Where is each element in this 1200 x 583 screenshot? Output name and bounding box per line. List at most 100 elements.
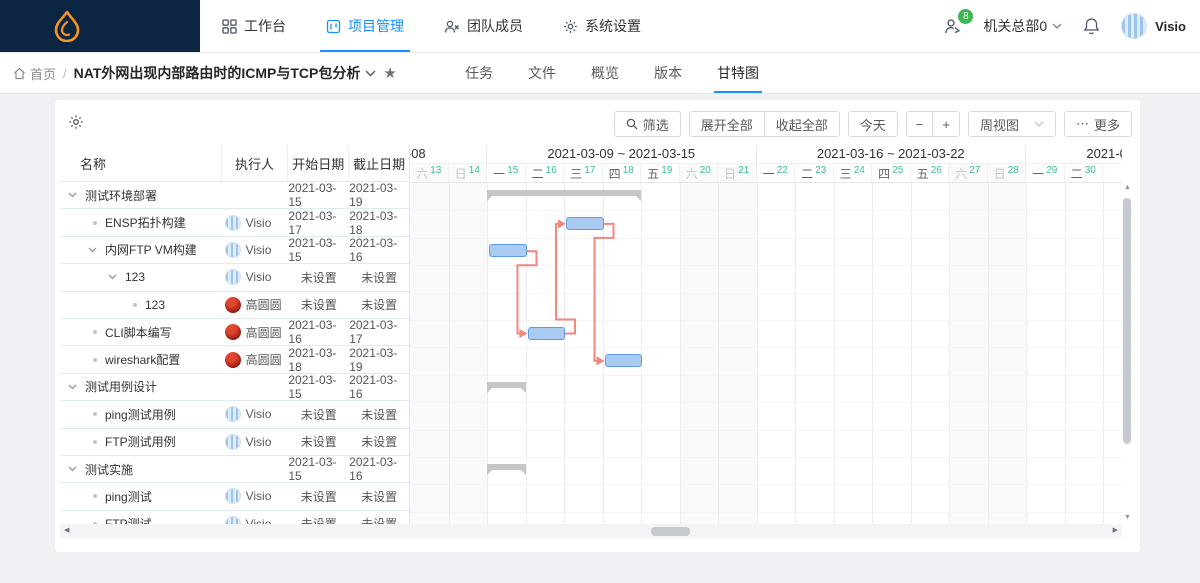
table-row[interactable]: ENSP拓扑构建 Visio 2021-03-17 2021-03-18 xyxy=(60,208,409,237)
assignee-cell: Visio xyxy=(222,237,289,263)
view-mode-select[interactable]: 周视图 xyxy=(967,111,1056,137)
user-name: Visio xyxy=(1155,18,1186,34)
zoom-out-button[interactable]: − xyxy=(905,111,934,137)
grid-vline xyxy=(795,183,796,524)
assignee-cell xyxy=(222,456,289,482)
gantt-task-bar[interactable] xyxy=(566,216,604,230)
end-date: 未设置 xyxy=(349,511,409,524)
scroll-down-icon[interactable]: ▼ xyxy=(1122,514,1133,522)
collapse-chevron-icon[interactable] xyxy=(108,274,117,280)
tab-versions[interactable]: 版本 xyxy=(651,53,685,93)
gantt-task-bar[interactable] xyxy=(604,353,642,367)
leaf-bullet-icon xyxy=(93,521,97,524)
tab-files[interactable]: 文件 xyxy=(525,53,559,93)
task-name: CLI脚本编写 xyxy=(105,325,172,340)
user-menu[interactable]: Visio xyxy=(1121,13,1186,39)
menu-label: 工作台 xyxy=(244,18,286,34)
user-avatar xyxy=(1121,13,1148,39)
menu-label: 团队成员 xyxy=(467,18,523,34)
bell-icon[interactable] xyxy=(1083,17,1100,35)
assignee-name: Visio xyxy=(245,407,272,422)
end-date: 未设置 xyxy=(361,298,398,313)
link-line xyxy=(555,222,576,335)
table-row[interactable]: 123 Visio 未设置 未设置 xyxy=(60,264,409,292)
navbar-right: 8 机关总部0 Visio xyxy=(943,0,1186,52)
gantt-day-label: 五 19 xyxy=(641,164,680,182)
table-row[interactable]: FTP测试用例 Visio 未设置 未设置 xyxy=(60,428,409,456)
assignee-cell: Visio xyxy=(222,429,289,455)
gantt-day-label: 日 14 xyxy=(448,164,487,182)
horizontal-scrollbar[interactable]: ◀ ▶ xyxy=(60,524,1122,538)
menu-label: 项目管理 xyxy=(348,18,404,34)
tab-overview[interactable]: 概览 xyxy=(588,53,622,93)
gantt-day-label: 六 27 xyxy=(949,164,988,182)
grid-hline xyxy=(410,429,1122,431)
end-date: 2021-03-18 xyxy=(349,208,398,237)
collapse-chevron-icon[interactable] xyxy=(68,192,77,198)
end-date: 2021-03-16 xyxy=(349,235,398,264)
gantt-settings-button[interactable] xyxy=(68,114,84,130)
collapse-all-button[interactable]: 收起全部 xyxy=(763,111,840,137)
project-title[interactable]: NAT外网出现内部路由时的ICMP与TCP包分析 xyxy=(74,63,377,83)
gantt-day-label: 二 16 xyxy=(526,164,564,182)
table-row[interactable]: 内网FTP VM构建 Visio 2021-03-15 2021-03-16 xyxy=(60,235,409,265)
assignee-avatar xyxy=(224,269,241,286)
app-logo[interactable] xyxy=(0,0,200,52)
favorite-star-icon[interactable]: ★ xyxy=(383,66,396,81)
gantt-day-label: 四 18 xyxy=(603,164,641,182)
table-row[interactable]: FTP测试 Visio 未设置未设置 xyxy=(60,510,409,524)
task-table-header: 名称 执行人 开始日期 截止日期 xyxy=(60,145,409,182)
gear-icon xyxy=(69,115,83,129)
table-row[interactable]: 测试实施 2021-03-15 2021-03-16 xyxy=(60,455,409,484)
assignee-name: 高圆圆 xyxy=(245,353,282,368)
expand-all-button[interactable]: 展开全部 xyxy=(688,111,765,137)
gantt-task-bar[interactable] xyxy=(527,326,565,340)
scroll-left-icon[interactable]: ◀ xyxy=(64,524,69,538)
collapse-chevron-icon[interactable] xyxy=(88,247,97,253)
vertical-scrollbar-thumb[interactable] xyxy=(1123,198,1131,444)
horizontal-scrollbar-thumb[interactable] xyxy=(651,526,690,536)
table-row[interactable]: CLI脚本编写 高圆圆 2021-03-16 2021-03-17 xyxy=(60,318,409,347)
table-row[interactable]: 测试用例设计 2021-03-15 2021-03-16 xyxy=(60,373,409,402)
menu-item-team[interactable]: 团队成员 xyxy=(434,0,533,52)
start-date: 未设置 xyxy=(300,489,337,504)
menu-item-settings[interactable]: 系统设置 xyxy=(553,0,651,52)
collaboration-button[interactable]: 8 xyxy=(943,9,974,35)
tab-gantt[interactable]: 甘特图 xyxy=(714,53,762,93)
menu-item-projects[interactable]: 项目管理 xyxy=(316,0,414,52)
chevron-down-icon xyxy=(365,70,376,76)
tab-tasks[interactable]: 任务 xyxy=(462,53,496,93)
collapse-chevron-icon[interactable] xyxy=(68,466,77,472)
menu-item-workbench[interactable]: 工作台 xyxy=(212,0,296,52)
task-name: 测试实施 xyxy=(85,462,134,477)
breadcrumb-home[interactable]: 首页 xyxy=(13,64,56,83)
column-header-start: 开始日期 xyxy=(288,145,350,181)
chevron-down-icon xyxy=(1034,121,1044,127)
scroll-up-icon[interactable]: ▲ xyxy=(1122,184,1133,192)
org-switcher[interactable]: 机关总部0 xyxy=(983,16,1062,36)
zoom-in-button[interactable]: + xyxy=(932,111,960,137)
table-row[interactable]: 测试环境部署 2021-03-15 2021-03-19 xyxy=(60,182,409,210)
today-button[interactable]: 今天 xyxy=(847,111,898,137)
end-date: 2021-03-19 xyxy=(349,182,398,210)
gantt-summary-bar[interactable] xyxy=(487,381,526,393)
vertical-scrollbar[interactable]: ▲ ▼ xyxy=(1122,184,1133,522)
end-date: 2021-03-16 xyxy=(349,455,398,484)
gantt-area: 名称 执行人 开始日期 截止日期 测试环境部署 2021-03-15 2021-03… xyxy=(55,145,1140,538)
collapse-chevron-icon[interactable] xyxy=(68,384,77,390)
table-row[interactable]: wireshark配置 高圆圆 2021-03-18 2021-03-19 xyxy=(60,346,409,374)
gantt-task-bar[interactable] xyxy=(489,244,527,258)
table-row[interactable]: ping测试 Visio 未设置 未设置 xyxy=(60,483,409,511)
table-row[interactable]: ping测试用例 Visio 未设置 未设置 xyxy=(60,401,409,429)
grid-vline xyxy=(525,183,527,524)
grid-vline xyxy=(833,183,835,524)
grid-vline xyxy=(949,183,950,524)
filter-button[interactable]: 筛选 xyxy=(613,111,681,137)
scroll-right-icon[interactable]: ▶ xyxy=(1113,524,1118,538)
more-button[interactable]: ⋯ 更多 xyxy=(1063,111,1132,137)
grid-vline xyxy=(756,183,758,524)
gantt-summary-bar[interactable] xyxy=(487,464,526,475)
assignee-avatar xyxy=(224,214,241,231)
gantt-summary-bar[interactable] xyxy=(487,190,641,201)
table-row[interactable]: 123 高圆圆 未设置 未设置 xyxy=(60,291,409,319)
